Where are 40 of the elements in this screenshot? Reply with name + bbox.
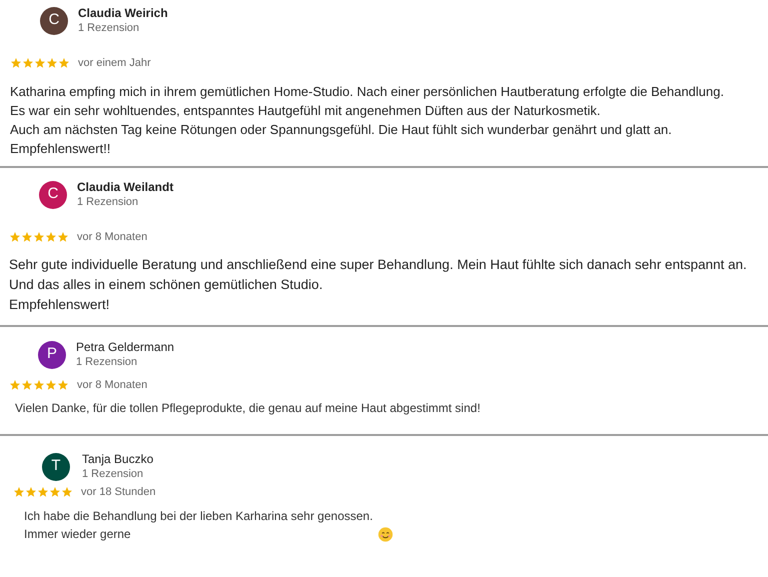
review-time: vor einem Jahr — [78, 56, 151, 71]
star-icon — [10, 57, 22, 70]
star-icon — [46, 57, 58, 70]
star-icon — [57, 231, 69, 244]
star-icon — [58, 57, 70, 70]
star-icon — [49, 486, 61, 498]
star-icon — [9, 379, 21, 392]
avatar: P — [38, 340, 66, 368]
star-icon — [37, 486, 49, 498]
review-count: 1 Rezension — [82, 467, 144, 481]
star-icon — [45, 231, 57, 244]
star-icon — [45, 379, 57, 392]
reviewer-name[interactable]: Petra Geldermann — [76, 340, 174, 355]
review-count: 1 Rezension — [78, 21, 140, 35]
star-icon — [9, 231, 21, 244]
review-time: vor 18 Stunden — [81, 485, 156, 500]
star-icon — [33, 379, 45, 392]
star-icon — [21, 231, 33, 244]
review-text: Vielen Danke, für die tollen Pflegeprodukte, die genau auf meine Haut abgestimmt sind! — [15, 400, 480, 416]
star-icon — [13, 486, 25, 498]
review-text: Sehr gute individuelle Beratung und anschließend eine super Behandlung. Mein Haut fühlte sich danach sehr entspannt an. Und das alles in einem schönen gemütlichen Studio. Empfehlenswert! — [9, 256, 747, 314]
avatar: T — [42, 452, 70, 480]
review-count: 1 Rezension — [76, 355, 138, 369]
review-text: Katharina empfing mich in ihrem gemütlichen Home-Studio. Nach einer persönlichen Hautberatung erfolgte die Behandlung. Es war ein sehr wohltuendes, entspanntes Hautgefühl mit angenehmen Düften aus der Naturkosmetik. Auch am nächsten Tag keine Rötungen oder Spannungsgefühl. Die Haut fühlt sich wunderbar genährt und glatt an. Empfehlenswert!! — [10, 82, 724, 158]
star-icon — [21, 379, 33, 392]
reviewer-name[interactable]: Claudia Weilandt — [77, 180, 174, 195]
reviewer-name[interactable]: Claudia Weirich — [78, 6, 168, 21]
star-icon — [34, 57, 46, 70]
star-icon — [61, 486, 73, 498]
reviewer-name[interactable]: Tanja Buczko — [82, 452, 154, 467]
review-time: vor 8 Monaten — [77, 230, 148, 245]
review-time: vor 8 Monaten — [77, 378, 148, 393]
star-icon — [57, 379, 69, 392]
avatar: C — [40, 6, 68, 34]
star-icon — [22, 57, 34, 70]
review-text: Ich habe die Behandlung bei der lieben Karharina sehr genossen. Immer wieder gerne — [24, 508, 373, 542]
avatar: C — [39, 180, 67, 208]
star-icon — [25, 486, 37, 498]
review-count: 1 Rezension — [77, 195, 140, 209]
star-icon — [33, 231, 45, 244]
